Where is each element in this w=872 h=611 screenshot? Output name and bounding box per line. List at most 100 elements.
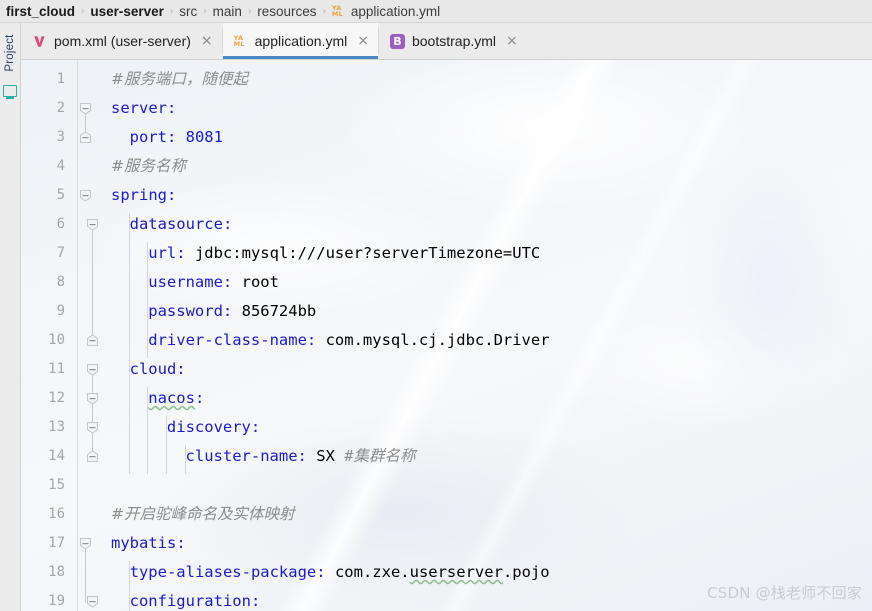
breadcrumb-label: src: [179, 3, 198, 19]
line-number: 4: [56, 158, 65, 174]
editor-tab-label: pom.xml (user-server): [54, 33, 191, 49]
line-content: url: jdbc:mysql:///user?serverTimezone=U…: [148, 244, 541, 262]
code-line: 15: [21, 471, 872, 500]
breadcrumb-item-4[interactable]: resources: [257, 0, 316, 23]
ide-window: first_cloud › user-server › src › main › resourc…: [0, 0, 872, 611]
editor-tab-2[interactable]: Bbootstrap.yml ×: [379, 23, 527, 59]
line-number: 16: [48, 506, 65, 522]
code-line: 7 url: jdbc:mysql:///user?serverTimezone=…: [21, 239, 872, 268]
tool-window-button-project[interactable]: Project: [0, 25, 20, 81]
breadcrumb-separator: ›: [322, 5, 326, 17]
line-number: 5: [56, 187, 65, 203]
line-number: 17: [48, 535, 65, 551]
breadcrumb-label: user-server: [90, 3, 164, 19]
code-line: 8 username: root: [21, 268, 872, 297]
code-line: 17 mybatis:: [21, 529, 872, 558]
line-number: 1: [56, 71, 65, 87]
breadcrumb-separator: ›: [247, 5, 252, 17]
code-line: 10 driver-class-name: com.mysql.cj.jdbc.D…: [21, 326, 872, 355]
breadcrumb-item-3[interactable]: main: [213, 0, 242, 23]
code-line: 16 #开启驼峰命名及实体映射: [21, 500, 872, 529]
indent-guide: [147, 242, 149, 358]
editor-tab-label: application.yml: [254, 33, 348, 49]
line-number: 8: [56, 274, 65, 290]
indent-guide: [128, 561, 130, 611]
editor-tab-1[interactable]: YA ML application.yml ×: [222, 23, 379, 59]
code-line: 6 datasource:: [21, 210, 872, 239]
line-content: nacos:: [148, 389, 205, 407]
breadcrumb-label: resources: [257, 3, 317, 19]
breadcrumb-item-2[interactable]: src: [179, 0, 197, 23]
breadcrumb: first_cloud › user-server › src › main › resourc…: [0, 0, 872, 23]
breadcrumb-item-0[interactable]: first_cloud: [6, 0, 75, 23]
line-number: 11: [48, 361, 65, 377]
code-line: 9 password: 856724bb: [21, 297, 872, 326]
yaml-icon: YA ML: [332, 4, 346, 19]
project-tool-window-label: Project: [4, 34, 16, 72]
line-number: 6: [56, 216, 65, 232]
left-tool-strip: Project: [0, 23, 21, 611]
breadcrumb-label: application.yml: [350, 3, 441, 19]
line-content: cluster-name: SX #集群名称: [185, 447, 416, 465]
line-number: 12: [48, 390, 65, 406]
line-number: 18: [48, 564, 65, 580]
line-content: mybatis:: [111, 534, 186, 552]
editor-tab-bar: pom.xml (user-server) × YA ML application.ym…: [21, 23, 872, 60]
line-content: #服务名称: [111, 157, 186, 175]
line-content: username: root: [148, 273, 279, 291]
editor-tab-0[interactable]: pom.xml (user-server) ×: [21, 23, 222, 59]
indent-guide: [165, 416, 167, 474]
indent-guide: [147, 387, 149, 474]
watermark-text: CSDN @栈老师不回家: [707, 584, 862, 602]
code-line: 11 cloud:: [21, 355, 872, 384]
breadcrumb-item-1[interactable]: user-server: [90, 0, 164, 23]
line-number: 14: [48, 448, 65, 464]
line-content: type-aliases-package: com.zxe.userserver…: [129, 563, 550, 581]
line-content: configuration:: [129, 592, 261, 610]
breadcrumb-separator: ›: [81, 5, 85, 17]
breadcrumb-item-5[interactable]: YA ML application.yml: [332, 0, 440, 23]
code-line: 1 #服务端口，随便起: [21, 65, 872, 94]
code-line: 5 spring:: [21, 181, 872, 210]
line-content: #服务端口，随便起: [111, 70, 248, 88]
project-structure-icon[interactable]: [3, 85, 17, 99]
breadcrumb-label: main: [212, 3, 242, 19]
line-content: spring:: [111, 186, 177, 204]
code-line: 4 #服务名称: [21, 152, 872, 181]
line-content: driver-class-name: com.mysql.cj.jdbc.Dri…: [148, 331, 550, 349]
line-number: 10: [48, 332, 65, 348]
line-number: 7: [56, 245, 65, 261]
line-content: cloud:: [129, 360, 186, 378]
yaml-icon-ml: ML: [233, 39, 245, 48]
yaml-icon-ml: ML: [331, 9, 344, 18]
bootstrap-icon: B: [389, 33, 405, 49]
code-line: 12 nacos:: [21, 384, 872, 413]
yaml-icon: YA ML: [234, 34, 248, 49]
code-line: 3 port: 8081: [21, 123, 872, 152]
line-content: server:: [111, 99, 177, 117]
line-number: 13: [48, 419, 65, 435]
code-line: 2 server:: [21, 94, 872, 123]
line-number: 19: [48, 593, 65, 609]
code-line: 14 cluster-name: SX #集群名称: [21, 442, 872, 471]
indent-guide: [128, 213, 130, 474]
close-icon[interactable]: ×: [357, 34, 369, 48]
close-icon[interactable]: ×: [506, 34, 518, 48]
code-editor[interactable]: 1 #服务端口，随便起 2 server: 3 port: 8081 4 #服务名称 5 spri…: [21, 60, 872, 611]
breadcrumb-separator: ›: [203, 5, 207, 17]
breadcrumb-separator: ›: [169, 5, 174, 17]
line-number: 9: [56, 303, 65, 319]
line-content: password: 856724bb: [148, 302, 317, 320]
indent-guide: [184, 445, 186, 474]
code-line: 13 discovery:: [21, 413, 872, 442]
line-number: 15: [48, 477, 65, 493]
line-number: 2: [56, 100, 65, 116]
line-number: 3: [56, 129, 65, 145]
breadcrumb-label: first_cloud: [6, 3, 76, 19]
close-icon[interactable]: ×: [201, 34, 213, 48]
line-content: datasource:: [129, 215, 233, 233]
line-content: discovery:: [166, 418, 261, 436]
line-content: port: 8081: [129, 128, 223, 146]
maven-icon: [32, 34, 47, 49]
editor-tab-label: bootstrap.yml: [411, 33, 497, 49]
